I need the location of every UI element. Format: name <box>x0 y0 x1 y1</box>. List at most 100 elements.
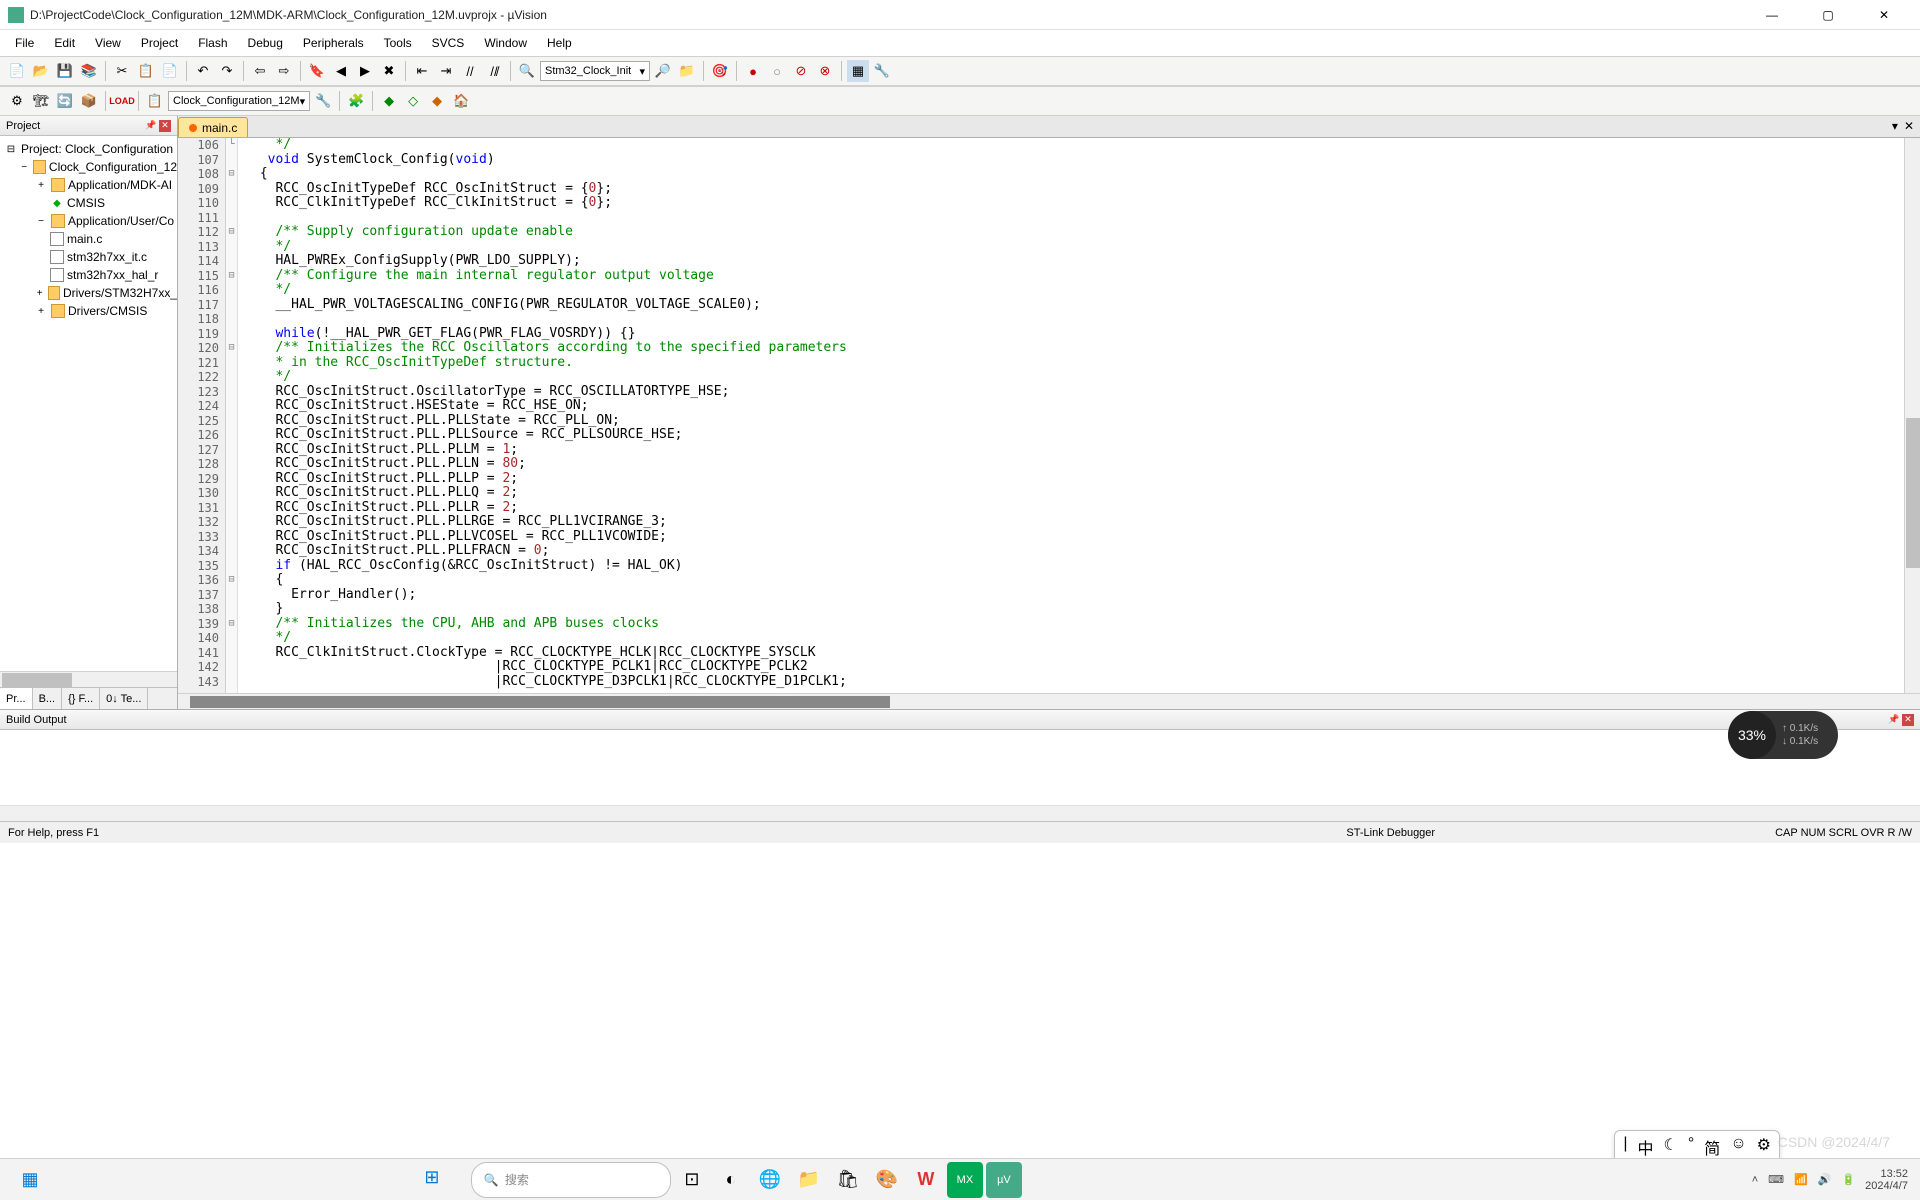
indent-right-icon[interactable]: ⇥ <box>435 60 457 82</box>
wps-icon[interactable]: W <box>908 1162 944 1198</box>
menu-file[interactable]: File <box>6 32 43 54</box>
target-options-icon[interactable]: 📋 <box>144 90 166 112</box>
bookmark-clear-icon[interactable]: ✖ <box>378 60 400 82</box>
runtime-env-icon[interactable]: ◇ <box>402 90 424 112</box>
target-settings-icon[interactable]: 🔧 <box>312 90 334 112</box>
bookmark-next-icon[interactable]: ▶ <box>354 60 376 82</box>
indent-left-icon[interactable]: ⇤ <box>411 60 433 82</box>
tray-keyboard-icon[interactable]: ⌨ <box>1768 1173 1784 1186</box>
tray-chevron-icon[interactable]: ˄ <box>1752 1174 1758 1186</box>
close-button[interactable]: ✕ <box>1864 3 1904 27</box>
nav-forward-icon[interactable]: ⇨ <box>273 60 295 82</box>
editor-vscroll[interactable] <box>1904 138 1920 693</box>
project-tree[interactable]: ⊟ Project: Clock_Configuration −Clock_Co… <box>0 136 177 671</box>
load-icon[interactable]: LOAD <box>111 90 133 112</box>
uvision-icon[interactable]: µV <box>986 1162 1022 1198</box>
debug-start-icon[interactable]: 🎯 <box>709 60 731 82</box>
expand-icon[interactable]: + <box>34 304 48 318</box>
panel-tab[interactable]: 0↓ Te... <box>100 688 148 709</box>
menu-window[interactable]: Window <box>475 32 536 54</box>
save-all-icon[interactable]: 📚 <box>78 60 100 82</box>
menu-flash[interactable]: Flash <box>189 32 236 54</box>
bookmark-prev-icon[interactable]: ◀ <box>330 60 352 82</box>
start-button[interactable]: ⊞ <box>416 1162 448 1194</box>
ime-item[interactable]: 简 <box>1704 1135 1720 1159</box>
expand-icon[interactable]: + <box>34 178 48 192</box>
redo-icon[interactable]: ↷ <box>216 60 238 82</box>
tab-dropdown-icon[interactable]: ▾ <box>1892 119 1898 134</box>
build-icon[interactable]: 🏗 <box>30 90 52 112</box>
explorer-icon[interactable]: 📁 <box>791 1162 827 1198</box>
panel-close-icon[interactable]: ✕ <box>159 120 171 132</box>
tree-node[interactable]: main.c <box>0 230 177 248</box>
menu-help[interactable]: Help <box>538 32 581 54</box>
build-hscroll[interactable] <box>0 805 1920 821</box>
target-dropdown[interactable]: Clock_Configuration_12M▾ <box>168 91 310 111</box>
panel-tab[interactable]: B... <box>33 688 63 709</box>
cubemx-icon[interactable]: MX <box>947 1162 983 1198</box>
code-editor[interactable]: 1061071081091101111121131141151161171181… <box>178 138 1920 693</box>
fold-column[interactable]: └ ⊟ ⊟ ⊟ ⊟ ⊟ ⊟ <box>226 138 238 693</box>
ime-item[interactable]: ° <box>1688 1135 1694 1159</box>
comment-icon[interactable]: // <box>459 60 481 82</box>
batch-build-icon[interactable]: 📦 <box>78 90 100 112</box>
menu-view[interactable]: View <box>86 32 130 54</box>
save-icon[interactable]: 💾 <box>54 60 76 82</box>
build-output-text[interactable] <box>0 730 1920 805</box>
find-next-icon[interactable]: 🔎 <box>652 60 674 82</box>
bookmark-icon[interactable]: 🔖 <box>306 60 328 82</box>
project-hscroll[interactable] <box>0 671 177 687</box>
breakpoint-insert-icon[interactable]: ● <box>742 60 764 82</box>
minimize-button[interactable]: — <box>1752 3 1792 27</box>
breakpoint-killall-icon[interactable]: ⊗ <box>814 60 836 82</box>
breakpoint-disable-icon[interactable]: ○ <box>766 60 788 82</box>
code-content[interactable]: */ void SystemClock_Config(void) { RCC_O… <box>238 138 1904 693</box>
panel-pin-icon[interactable]: 📌 <box>1888 714 1900 726</box>
expand-icon[interactable]: + <box>34 286 45 300</box>
editor-tab-main[interactable]: main.c <box>178 117 248 137</box>
copilot-icon[interactable]: ◐ <box>713 1162 749 1198</box>
paint-icon[interactable]: 🎨 <box>869 1162 905 1198</box>
tree-node[interactable]: +Drivers/STM32H7xx_ <box>0 284 177 302</box>
new-file-icon[interactable]: 📄 <box>6 60 28 82</box>
tab-close-icon[interactable]: ✕ <box>1904 119 1914 134</box>
menu-project[interactable]: Project <box>132 32 187 54</box>
tree-root[interactable]: ⊟ Project: Clock_Configuration <box>0 140 177 158</box>
menu-peripherals[interactable]: Peripherals <box>294 32 373 54</box>
nav-back-icon[interactable]: ⇦ <box>249 60 271 82</box>
copy-icon[interactable]: 📋 <box>135 60 157 82</box>
menu-debug[interactable]: Debug <box>239 32 292 54</box>
cut-icon[interactable]: ✂ <box>111 60 133 82</box>
find-in-files-icon[interactable]: 📁 <box>676 60 698 82</box>
tree-node[interactable]: −Clock_Configuration_12 <box>0 158 177 176</box>
taskbar-clock[interactable]: 13:52 2024/4/7 <box>1865 1168 1908 1192</box>
undo-icon[interactable]: ↶ <box>192 60 214 82</box>
task-view-icon[interactable]: ⊡ <box>674 1162 710 1198</box>
tree-node[interactable]: +Application/MDK-AI <box>0 176 177 194</box>
maximize-button[interactable]: ▢ <box>1808 3 1848 27</box>
software-packs-icon[interactable]: ◆ <box>426 90 448 112</box>
menu-tools[interactable]: Tools <box>375 32 421 54</box>
configure-icon[interactable]: 🔧 <box>871 60 893 82</box>
tray-wifi-icon[interactable]: 📶 <box>1794 1173 1808 1186</box>
function-dropdown[interactable]: Stm32_Clock_Init▾ <box>540 61 650 81</box>
manage-components-icon[interactable]: 🧩 <box>345 90 367 112</box>
paste-icon[interactable]: 📄 <box>159 60 181 82</box>
manage-packs-icon[interactable]: 🏠 <box>450 90 472 112</box>
breakpoint-kill-icon[interactable]: ⊘ <box>790 60 812 82</box>
menu-edit[interactable]: Edit <box>45 32 84 54</box>
ime-item[interactable]: ☾ <box>1664 1135 1678 1159</box>
menu-svcs[interactable]: SVCS <box>423 32 474 54</box>
tray-battery-icon[interactable]: 🔋 <box>1841 1173 1855 1186</box>
pack-installer-icon[interactable]: ◆ <box>378 90 400 112</box>
panel-tab[interactable]: {} F... <box>62 688 100 709</box>
ime-item[interactable]: | <box>1623 1135 1627 1159</box>
find-icon[interactable]: 🔍 <box>516 60 538 82</box>
expand-icon[interactable]: − <box>18 160 30 174</box>
tree-node[interactable]: +Drivers/CMSIS <box>0 302 177 320</box>
edge-icon[interactable]: 🌐 <box>752 1162 788 1198</box>
uncomment-icon[interactable]: //̸ <box>483 60 505 82</box>
store-icon[interactable]: 🛍 <box>830 1162 866 1198</box>
rebuild-icon[interactable]: 🔄 <box>54 90 76 112</box>
tray-volume-icon[interactable]: 🔊 <box>1818 1173 1832 1186</box>
